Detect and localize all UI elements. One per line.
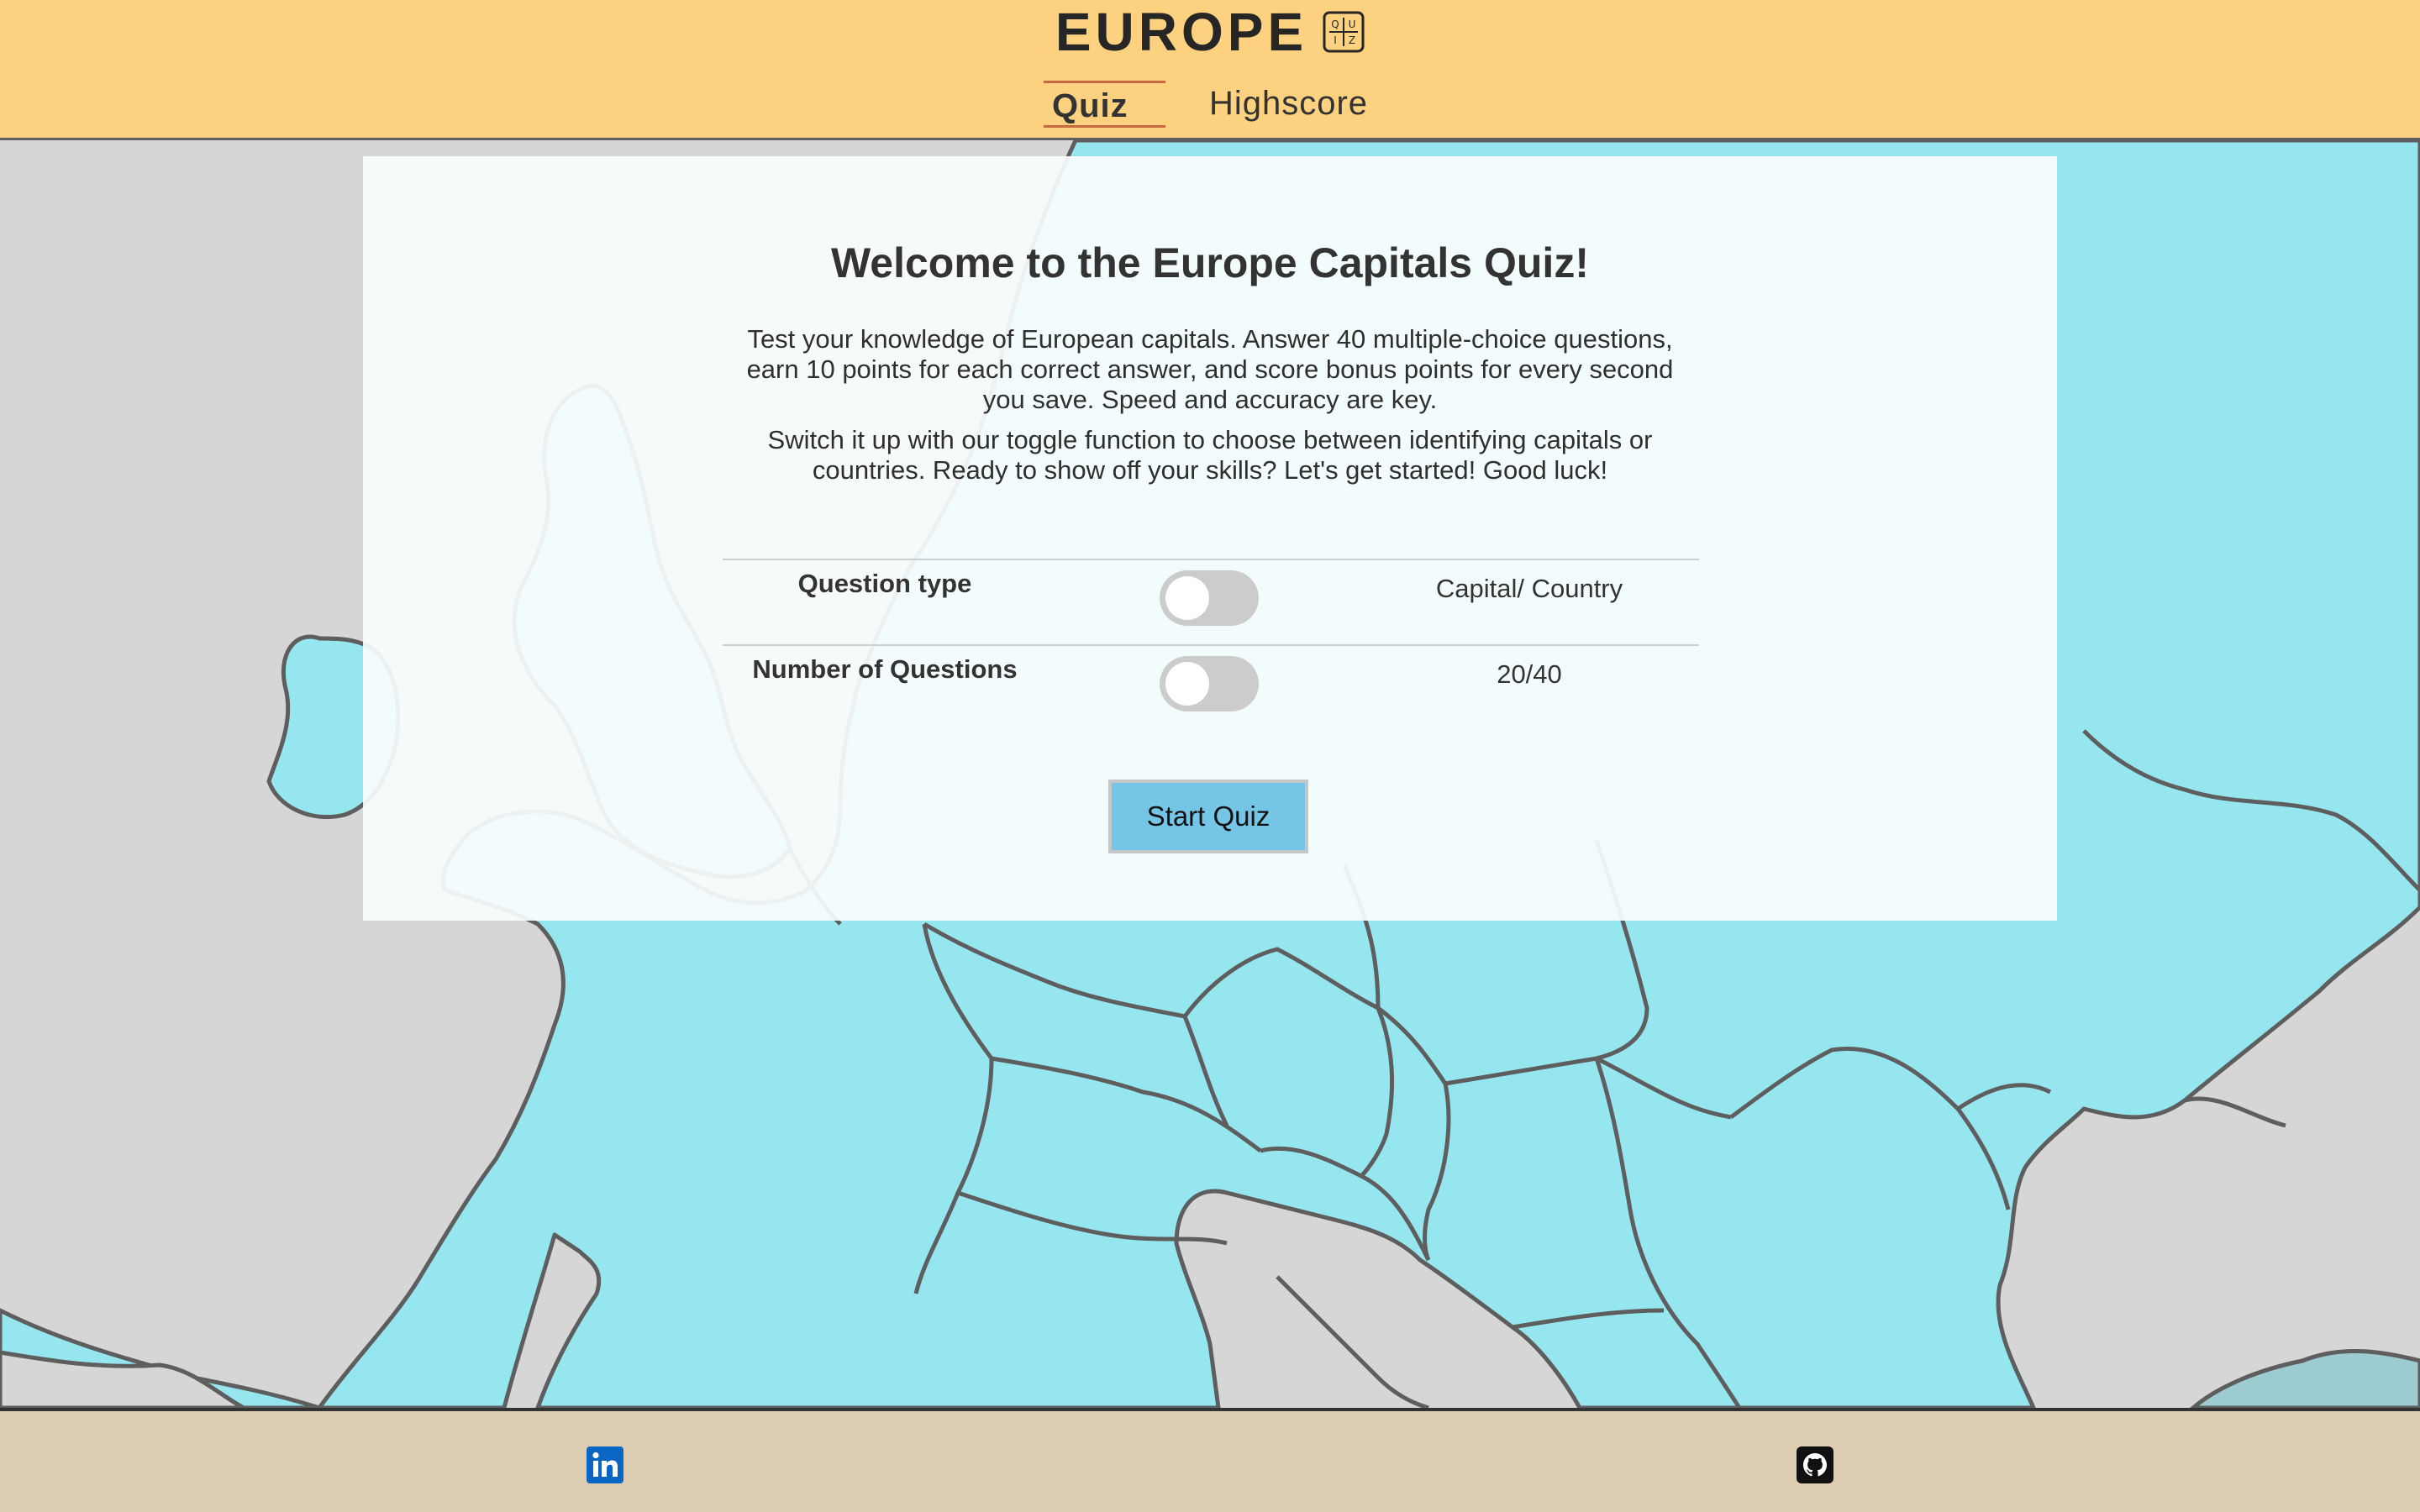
logo-letter-1: Q	[1331, 18, 1339, 30]
intro-paragraph-2: Switch it up with our toggle function to…	[767, 425, 1653, 485]
nav-tab-highscore[interactable]: Highscore	[1201, 81, 1376, 128]
site-title: EUROPE	[1055, 2, 1308, 62]
linkedin-icon	[587, 1446, 623, 1483]
toggle-knob	[1165, 662, 1209, 706]
github-link[interactable]	[1797, 1446, 1833, 1483]
main-nav: Quiz Highscore	[0, 81, 2420, 128]
github-icon	[1797, 1446, 1833, 1483]
quiz-logo-icon: Q U I Z	[1323, 11, 1365, 53]
logo-letter-3: I	[1334, 34, 1337, 46]
number-of-questions-label: Number of Questions	[752, 654, 1018, 684]
setting-row-number-of-questions: Number of Questions 20/40	[723, 644, 1699, 730]
setting-row-question-type: Question type Capital/ Country	[723, 559, 1699, 644]
intro-paragraph-1: Test your knowledge of European capitals…	[746, 324, 1674, 414]
site-footer	[0, 1408, 2420, 1512]
welcome-card: Welcome to the Europe Capitals Quiz! Tes…	[363, 156, 2057, 921]
toggle-knob	[1165, 576, 1209, 620]
number-of-questions-toggle[interactable]	[1160, 656, 1259, 711]
question-type-toggle[interactable]	[1160, 570, 1259, 626]
nav-tab-quiz[interactable]: Quiz	[1043, 81, 1165, 128]
start-quiz-button[interactable]: Start Quiz	[1108, 780, 1308, 853]
site-header: EUROPE Q U I Z Quiz Highscore	[0, 0, 2420, 140]
question-type-value: Capital/ Country	[1435, 574, 1623, 603]
number-of-questions-value: 20/40	[1497, 659, 1562, 689]
linkedin-link[interactable]	[587, 1446, 623, 1483]
logo-letter-2: U	[1349, 18, 1356, 30]
welcome-title: Welcome to the Europe Capitals Quiz!	[831, 239, 1589, 286]
logo-letter-4: Z	[1349, 34, 1355, 46]
quiz-settings: Question type Capital/ Country Number of…	[723, 559, 1699, 730]
page: EUROPE Q U I Z Quiz Highscore Welcome to…	[0, 0, 2420, 1512]
question-type-label: Question type	[797, 569, 972, 598]
brand: EUROPE Q U I Z	[0, 0, 2420, 64]
